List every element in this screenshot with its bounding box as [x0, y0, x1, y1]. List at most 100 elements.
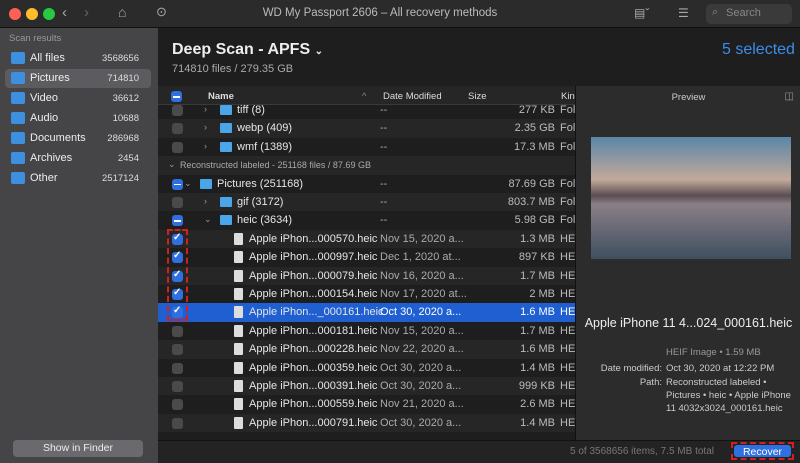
chevron-right-icon[interactable]: › — [204, 141, 207, 151]
row-name: Apple iPhon..._000161.heic — [249, 306, 384, 318]
row-date: -- — [380, 141, 387, 153]
file-icon — [234, 362, 243, 374]
row-size: 2.35 GB — [515, 122, 555, 134]
path-label: Path: — [640, 377, 662, 388]
path-value: Reconstructed labeled • Pictures • heic … — [666, 376, 796, 415]
row-name: Apple iPhon...000559.heic — [249, 398, 377, 410]
row-checkbox[interactable] — [172, 326, 183, 337]
search-input[interactable]: ⌕Search — [706, 4, 792, 24]
filter-settings-icon[interactable]: ☰ — [678, 6, 689, 20]
scan-title-dropdown[interactable]: Deep Scan - APFS ⌄ — [172, 41, 323, 59]
preview-header: Preview — [576, 92, 800, 103]
row-checkbox[interactable] — [172, 381, 183, 392]
file-icon — [234, 233, 243, 245]
row-size: 803.7 MB — [508, 196, 555, 208]
table-row[interactable]: Apple iPhon...000228.heicNov 22, 2020 a.… — [158, 340, 575, 358]
row-checkbox[interactable] — [172, 105, 183, 116]
table-row[interactable]: Apple iPhon...000570.heicNov 15, 2020 a.… — [158, 230, 575, 248]
search-icon: ⌕ — [712, 6, 718, 19]
row-checkbox[interactable] — [172, 399, 183, 410]
sidebar-item-documents[interactable]: Documents286968 — [5, 129, 151, 148]
file-icon — [234, 306, 243, 318]
row-date: Oct 30, 2020 a... — [380, 417, 461, 429]
row-kind: Fol — [560, 214, 575, 226]
row-name: Apple iPhon...000359.heic — [249, 362, 377, 374]
title-bar: ‹ › ⌂ ⊙ WD My Passport 2606 – All recove… — [0, 0, 800, 28]
sidebar-item-all-files[interactable]: All files3568656 — [5, 49, 151, 68]
row-size: 5.98 GB — [515, 214, 555, 226]
row-date: Nov 22, 2020 a... — [380, 343, 464, 355]
row-size: 1.4 MB — [520, 362, 555, 374]
folder-row[interactable]: ⌄heic (3634)--5.98 GBFol — [158, 211, 575, 229]
row-date: Oct 30, 2020 a... — [380, 362, 461, 374]
row-size: 1.3 MB — [520, 233, 555, 245]
audio-icon — [11, 112, 25, 124]
table-row[interactable]: Apple iPhon...000791.heicOct 30, 2020 a.… — [158, 414, 575, 432]
folder-icon — [220, 215, 232, 225]
sidebar-item-audio[interactable]: Audio10688 — [5, 109, 151, 128]
row-checkbox[interactable] — [172, 197, 183, 208]
table-row[interactable]: Apple iPhon...000154.heicNov 17, 2020 at… — [158, 285, 575, 303]
file-icon — [234, 251, 243, 263]
row-checkbox[interactable] — [172, 142, 183, 153]
recover-button[interactable]: Recover — [734, 445, 791, 457]
table-row[interactable]: Apple iPhon..._000161.heicOct 30, 2020 a… — [158, 303, 575, 321]
sidebar-item-other[interactable]: Other2517124 — [5, 169, 151, 188]
sidebar-item-video[interactable]: Video36612 — [5, 89, 151, 108]
sidebar-item-count: 714810 — [107, 73, 139, 84]
row-kind: Fol — [560, 196, 575, 208]
chevron-down-icon: ⌄ — [315, 46, 323, 57]
preview-panel: Preview ◫ Apple iPhone 11 4...024_000161… — [575, 86, 800, 440]
section-header[interactable]: ⌄ Reconstructed labeled - 251168 files / … — [158, 156, 575, 174]
row-checkbox[interactable] — [172, 123, 183, 134]
checkbox-highlight — [167, 229, 188, 321]
file-icon — [234, 380, 243, 392]
table-row[interactable]: Apple iPhon...000559.heicNov 21, 2020 a.… — [158, 395, 575, 413]
row-checkbox[interactable] — [172, 179, 183, 190]
row-kind: HEI — [560, 417, 575, 429]
row-size: 1.4 MB — [520, 417, 555, 429]
table-row[interactable]: Apple iPhon...000391.heicOct 30, 2020 a.… — [158, 377, 575, 395]
sidebar-item-label: Video — [30, 92, 58, 104]
table-row[interactable]: Apple iPhon...000079.heicNov 16, 2020 a.… — [158, 267, 575, 285]
chevron-right-icon[interactable]: › — [204, 196, 207, 206]
sidebar-toggle-icon[interactable]: ◫ — [785, 91, 794, 102]
row-date: -- — [380, 122, 387, 134]
table-row[interactable]: Apple iPhon...000181.heicNov 15, 2020 a.… — [158, 322, 575, 340]
table-row[interactable]: Apple iPhon...000359.heicOct 30, 2020 a.… — [158, 359, 575, 377]
row-kind: HEI — [560, 288, 575, 300]
row-kind: HEI — [560, 343, 575, 355]
sidebar-item-pictures[interactable]: Pictures714810 — [5, 69, 151, 88]
row-kind: HEI — [560, 251, 575, 263]
show-in-finder-button[interactable]: Show in Finder — [13, 440, 143, 457]
sidebar-item-archives[interactable]: Archives2454 — [5, 149, 151, 168]
view-options-icon[interactable]: ▤ˇ — [634, 6, 649, 20]
row-checkbox[interactable] — [172, 344, 183, 355]
chevron-down-icon[interactable]: ⌄ — [204, 214, 212, 225]
folder-icon — [220, 197, 232, 207]
chevron-right-icon[interactable]: › — [204, 122, 207, 132]
row-name: Apple iPhon...000791.heic — [249, 417, 377, 429]
chevron-down-icon[interactable]: ⌄ — [168, 159, 176, 170]
row-checkbox[interactable] — [172, 215, 183, 226]
row-kind: HEI — [560, 362, 575, 374]
folder-row[interactable]: ›gif (3172)--803.7 MBFol — [158, 193, 575, 211]
folder-row[interactable]: ⌄Pictures (251168)--87.69 GBFol — [158, 175, 575, 193]
table-row[interactable]: Apple iPhon...000997.heicDec 1, 2020 at.… — [158, 248, 575, 266]
folder-row[interactable]: ›webp (409)--2.35 GBFol — [158, 119, 575, 137]
row-name: webp (409) — [237, 122, 292, 134]
chevron-down-icon[interactable]: ⌄ — [184, 178, 192, 189]
sidebar-header: Scan results — [9, 33, 61, 44]
sidebar-item-label: Archives — [30, 152, 72, 164]
sidebar-item-count: 2517124 — [102, 173, 139, 184]
row-checkbox[interactable] — [172, 418, 183, 429]
row-checkbox[interactable] — [172, 363, 183, 374]
row-name: tiff (8) — [237, 104, 265, 116]
folder-row[interactable]: ›tiff (8)--277 KBFol — [158, 101, 575, 119]
scan-summary: 714810 files / 279.35 GB — [172, 63, 293, 75]
pictures-icon — [11, 72, 25, 84]
chevron-right-icon[interactable]: › — [204, 104, 207, 114]
section-label: Reconstructed labeled - 251168 files / 8… — [180, 160, 371, 170]
row-kind: Fol — [560, 141, 575, 153]
folder-row[interactable]: ›wmf (1389)--17.3 MBFol — [158, 138, 575, 156]
